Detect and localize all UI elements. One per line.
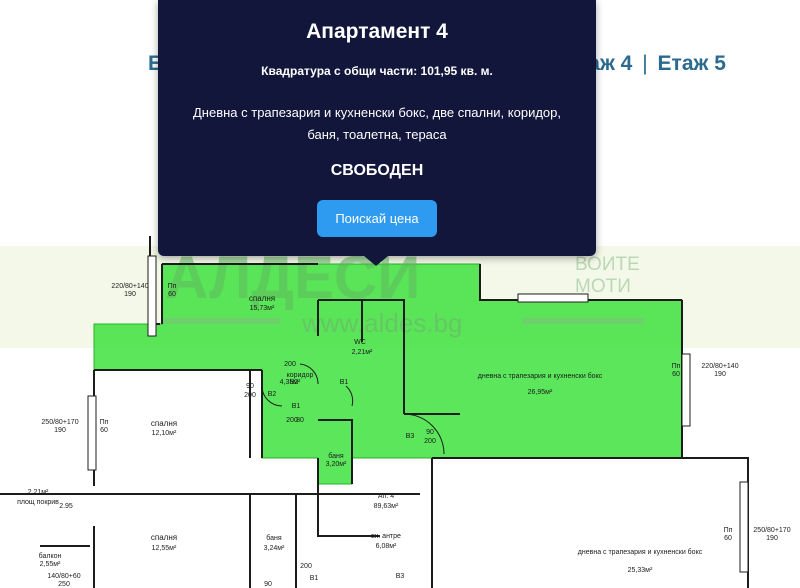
apartment-area-info: Квадратура с общи части: 101,95 кв. м. (261, 64, 493, 78)
room-area: 26,95м² (528, 389, 553, 396)
apartment-label: Ап. 4 (378, 493, 394, 500)
room-name: дневна с трапезария и кухненски бокс (478, 372, 603, 380)
dim-label: 60 (672, 371, 680, 378)
room-area: 12,10м² (152, 430, 177, 437)
door-tag: B1 (310, 575, 319, 582)
floor-link-5[interactable]: Етаж 5 (658, 52, 726, 75)
room-area: 2,21м² (352, 349, 373, 356)
apartment-description: Дневна с трапезария и кухненски бокс, дв… (193, 105, 561, 142)
floor-plan: АЛДЕСИ ВОИТЕ МОТИ www.aldes.bg спалня 15… (0, 236, 800, 588)
door-tag: B2 (268, 391, 277, 398)
apartment-status: СВОБОДЕН (330, 162, 424, 179)
dim-label: 190 (54, 427, 66, 434)
dim-label: 60 (100, 427, 108, 434)
door-tag: B2 (290, 379, 299, 386)
room-name: спалня (249, 294, 275, 303)
dim-label: 190 (766, 535, 778, 542)
watermark-url: www.aldes.bg (301, 308, 462, 338)
room-area: 12,55м² (152, 545, 177, 552)
room-name: WC (354, 339, 366, 346)
dim-label: 250/80+170 (753, 527, 790, 534)
door-tag: B1 (340, 379, 349, 386)
dim-label: 200 (300, 563, 312, 570)
door-tag: B1 (292, 403, 301, 410)
room-area: 3,24м² (264, 545, 285, 552)
dim-label: 220/80+140 (111, 283, 148, 290)
dim-label: 190 (124, 291, 136, 298)
dim-label: 80 (296, 417, 304, 424)
dim-label: Пп (724, 527, 733, 534)
dim-label: 200 (284, 361, 296, 368)
room-name: площ покрив (17, 499, 59, 506)
room-area: 3,20м² (326, 461, 347, 468)
dim-label: 190 (714, 371, 726, 378)
room-area: 2,21м² (28, 489, 49, 496)
room-area: 25,33м² (628, 567, 653, 574)
dim-label: Пп (672, 363, 681, 370)
room-name: баня (266, 534, 282, 542)
watermark-tagline-1: ВОИТЕ (575, 254, 640, 275)
room-area: 6,08м² (376, 543, 397, 550)
floor-separator: | (642, 52, 648, 75)
room-name: балкон (39, 552, 62, 560)
apartment-tooltip: Апартамент 4 Квадратура с общи части: 10… (158, 0, 596, 266)
room-area: 2,55м² (40, 561, 61, 568)
room-name: дневна с трапезария и кухненски бокс (578, 548, 703, 556)
door-tag: B3 (396, 573, 405, 580)
watermark-bar-right (522, 318, 644, 324)
dim-label: 60 (724, 535, 732, 542)
dim-label: Пп (100, 419, 109, 426)
room-area: 15,73м² (250, 305, 275, 312)
dim-label: Пп (168, 283, 177, 290)
dim-label: 90 (264, 581, 272, 588)
room-name: спалня (151, 533, 177, 542)
apartment-title: Апартамент 4 (306, 20, 448, 43)
request-price-button[interactable]: Поискай цена (317, 200, 437, 237)
dim-label: 90 (426, 429, 434, 436)
room-name: баня (328, 452, 344, 460)
room-name: вх. антре (371, 533, 401, 540)
dim-label: 90 (246, 383, 254, 390)
dim-label: 220/80+140 (701, 363, 738, 370)
dim-label: 60 (168, 291, 176, 298)
watermark-bar-left (162, 318, 280, 324)
room-name: спалня (151, 419, 177, 428)
room-name: коридор (287, 372, 314, 379)
dim-label: 140/80+60 (47, 573, 80, 580)
apartment-area: 89,63м² (374, 503, 399, 510)
dim-label: 200 (424, 438, 436, 445)
dim-label: 200 (244, 392, 256, 399)
door-tag: B3 (406, 433, 415, 440)
dim-label: 2.95 (59, 503, 73, 510)
dim-label: 250/80+170 (41, 419, 78, 426)
dim-label: 250 (58, 581, 70, 588)
